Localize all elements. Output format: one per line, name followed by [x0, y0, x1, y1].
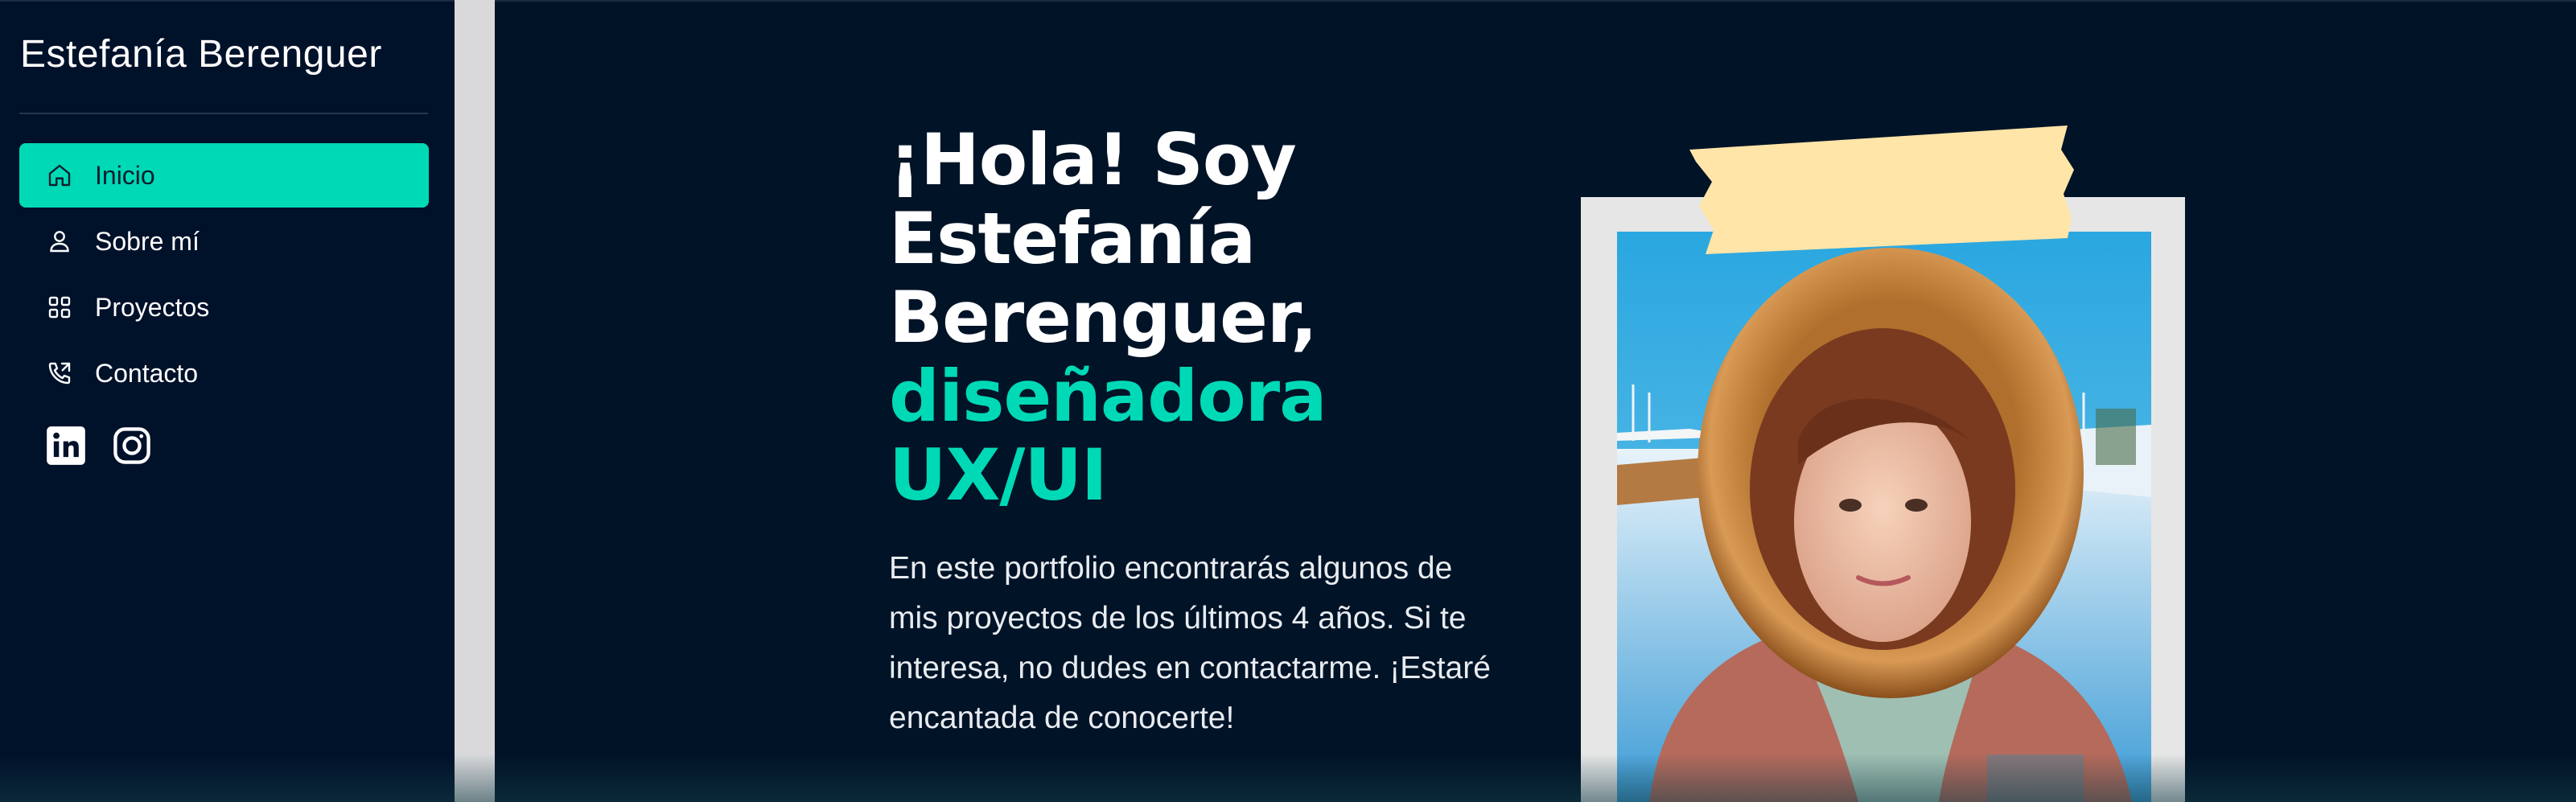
hero-intro-text: En este portfolio encontrarás algunos de…: [889, 551, 1491, 735]
nav-label-contacto: Contacto: [95, 358, 199, 388]
main-content: [495, 0, 2576, 802]
phone-icon: [43, 357, 76, 389]
sidebar-nav: Inicio Sobre mí Proyectos Contacto: [19, 143, 429, 407]
heading-line-2: Estefanía: [889, 197, 1256, 280]
nav-item-sobre-mi[interactable]: Sobre mí: [19, 209, 429, 274]
nav-item-inicio[interactable]: Inicio: [19, 143, 429, 208]
heading-line-3: Berenguer,: [889, 276, 1318, 359]
sidebar-divider: [19, 113, 428, 114]
instagram-icon[interactable]: [111, 425, 153, 467]
nav-label-sobre-mi: Sobre mí: [95, 226, 200, 256]
nav-item-proyectos[interactable]: Proyectos: [19, 275, 429, 339]
profile-photo: [1617, 232, 2151, 802]
linkedin-icon[interactable]: [45, 425, 87, 467]
user-icon: [43, 225, 76, 257]
brand-name[interactable]: Estefanía Berenguer: [20, 32, 382, 76]
sidebar-gutter: [455, 0, 495, 802]
app-root: Estefanía Berenguer Inicio Sobre mí Proy…: [0, 0, 2576, 802]
nav-label-inicio: Inicio: [95, 160, 155, 190]
sidebar: Estefanía Berenguer Inicio Sobre mí Proy…: [0, 0, 455, 802]
home-icon: [43, 159, 76, 191]
social-links: [45, 425, 153, 467]
nav-item-contacto[interactable]: Contacto: [19, 341, 429, 405]
heading-line-1: ¡Hola! Soy: [889, 118, 1297, 201]
heading-accent-2: UX/UI: [889, 434, 1108, 516]
nav-label-proyectos: Proyectos: [95, 292, 210, 322]
tape-decoration: [1689, 125, 2074, 254]
hero-heading: ¡Hola! Soy Estefanía Berenguer, diseñado…: [889, 121, 1500, 515]
grid-icon: [43, 291, 76, 323]
heading-accent-1: diseñadora: [889, 355, 1327, 438]
